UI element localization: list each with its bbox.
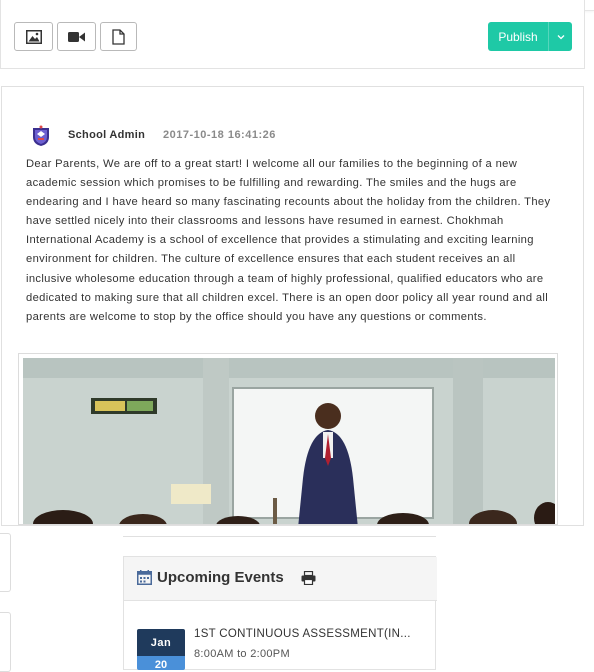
classroom-photo [23,358,555,524]
attach-image-button[interactable] [14,22,53,51]
chevron-down-icon [557,34,564,39]
file-icon [112,28,125,45]
print-icon[interactable] [301,571,316,585]
event-date-badge: Jan 20 [137,629,185,670]
publish-button-group: Publish [488,22,572,51]
divider [123,536,436,537]
event-day: 20 [137,656,185,670]
school-logo-avatar [33,125,49,146]
image-icon [25,29,42,44]
video-icon [68,31,85,42]
post-composer: Publish [0,0,585,69]
publish-button[interactable]: Publish [488,22,548,51]
post-timestamp: 2017-10-18 16:41:26 [163,129,276,141]
calendar-icon [137,570,152,585]
events-title: Upcoming Events [157,569,284,586]
event-title[interactable]: 1ST CONTINUOUS ASSESSMENT(IN... [194,628,432,640]
event-time: 8:00AM to 2:00PM [194,648,290,660]
post-body-text: Dear Parents, We are off to a great star… [26,158,551,323]
event-month: Jan [137,629,185,656]
attach-video-button[interactable] [57,22,96,51]
publish-options-toggle[interactable] [548,22,572,51]
events-header: Upcoming Events [124,557,437,601]
attach-file-button[interactable] [100,22,137,51]
side-panel-edge [0,533,11,592]
post-photo[interactable] [18,353,558,525]
side-panel-edge [0,612,11,672]
post-author[interactable]: School Admin [68,129,145,141]
